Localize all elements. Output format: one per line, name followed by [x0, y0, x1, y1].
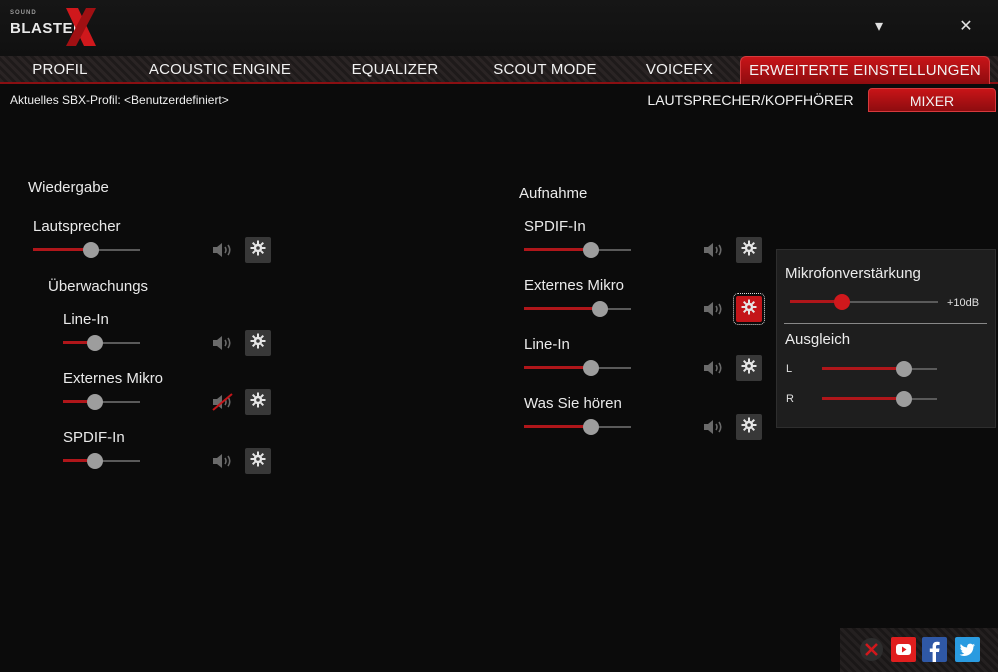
speaker-icon[interactable]	[702, 300, 726, 318]
gear-icon	[250, 392, 266, 413]
volume-slider[interactable]	[33, 242, 140, 258]
speaker-icon[interactable]	[211, 452, 235, 470]
speaker-icon[interactable]	[211, 334, 235, 352]
speaker-icon[interactable]	[211, 241, 235, 259]
volume-slider[interactable]	[63, 335, 140, 351]
mic-gain-slider[interactable]	[790, 294, 938, 310]
subtab-mixer[interactable]: MIXER	[868, 88, 996, 112]
divider	[784, 323, 987, 324]
facebook-icon[interactable]	[922, 637, 947, 662]
main-tab-bar: PROFIL ACOUSTIC ENGINE EQUALIZER SCOUT M…	[0, 56, 998, 84]
twitter-icon[interactable]	[955, 637, 980, 662]
volume-slider[interactable]	[524, 419, 631, 435]
volume-slider[interactable]	[63, 453, 140, 469]
title-bar: SOUND BLASTER ▾ ✕	[0, 0, 998, 56]
speaker-icon[interactable]	[702, 359, 726, 377]
speaker-icon[interactable]	[702, 241, 726, 259]
channel-label: Externes Mikro	[524, 277, 625, 294]
tab-equalizer[interactable]: EQUALIZER	[340, 56, 450, 84]
gear-icon	[741, 417, 757, 438]
gear-icon	[250, 451, 266, 472]
balance-right-slider[interactable]	[822, 391, 937, 407]
current-profile-label: Aktuelles SBX-Profil: <Benutzerdefiniert…	[10, 93, 229, 107]
gear-icon	[741, 358, 757, 379]
channel-label: Lautsprecher	[33, 218, 121, 235]
tab-erweiterte-einstellungen[interactable]: ERWEITERTE EINSTELLUNGEN	[740, 56, 990, 84]
tab-profil[interactable]: PROFIL	[14, 56, 106, 84]
tab-scout-mode[interactable]: SCOUT MODE	[480, 56, 610, 84]
subtab-lautsprecher-kopfhoerer[interactable]: LAUTSPRECHER/KOPFHÖRER	[638, 88, 863, 112]
youtube-icon[interactable]	[891, 637, 916, 662]
speaker-icon[interactable]	[702, 418, 726, 436]
tab-voicefx[interactable]: VOICEFX	[632, 56, 727, 84]
gear-icon	[741, 299, 757, 320]
volume-slider[interactable]	[524, 242, 631, 258]
speaker-muted-icon[interactable]	[211, 393, 235, 411]
mic-gain-value: +10dB	[947, 297, 980, 309]
logo-x-icon	[66, 8, 96, 46]
creative-icon[interactable]	[859, 637, 884, 662]
playback-title: Wiedergabe	[28, 179, 109, 196]
volume-slider[interactable]	[524, 360, 631, 376]
settings-gear-button[interactable]	[736, 237, 762, 263]
right-label: R	[786, 393, 794, 405]
gear-icon	[250, 333, 266, 354]
balance-left-slider[interactable]	[822, 361, 937, 377]
settings-gear-button[interactable]	[245, 389, 271, 415]
sound-blaster-logo: SOUND BLASTER	[8, 6, 100, 48]
channel-label: Externes Mikro	[63, 370, 164, 387]
volume-slider[interactable]	[524, 301, 631, 317]
channel-label: Was Sie hören	[524, 395, 622, 412]
recording-title: Aufnahme	[519, 185, 588, 202]
channel-label: SPDIF-In	[524, 218, 586, 235]
tab-acoustic-engine[interactable]: ACOUSTIC ENGINE	[140, 56, 300, 84]
volume-slider[interactable]	[63, 394, 140, 410]
close-button[interactable]: ✕	[953, 14, 979, 40]
mic-settings-popup: Mikrofonverstärkung +10dB Ausgleich L R	[776, 249, 996, 428]
channel-label: SPDIF-In	[63, 429, 125, 446]
left-label: L	[786, 363, 793, 375]
mic-gain-title: Mikrofonverstärkung	[785, 265, 921, 282]
settings-gear-button[interactable]	[736, 355, 762, 381]
logo-small-text: SOUND	[10, 10, 37, 16]
settings-gear-button[interactable]	[245, 330, 271, 356]
monitoring-title: Überwachungs	[48, 278, 149, 295]
gear-icon	[250, 240, 266, 261]
settings-gear-button[interactable]	[736, 414, 762, 440]
channel-label: Line-In	[524, 336, 570, 353]
settings-gear-button-active[interactable]	[733, 293, 765, 325]
balance-title: Ausgleich	[785, 331, 851, 348]
settings-gear-button[interactable]	[245, 448, 271, 474]
minimize-button[interactable]: ▾	[866, 14, 892, 40]
channel-label: Line-In	[63, 311, 109, 328]
settings-gear-button[interactable]	[245, 237, 271, 263]
gear-icon	[741, 240, 757, 261]
